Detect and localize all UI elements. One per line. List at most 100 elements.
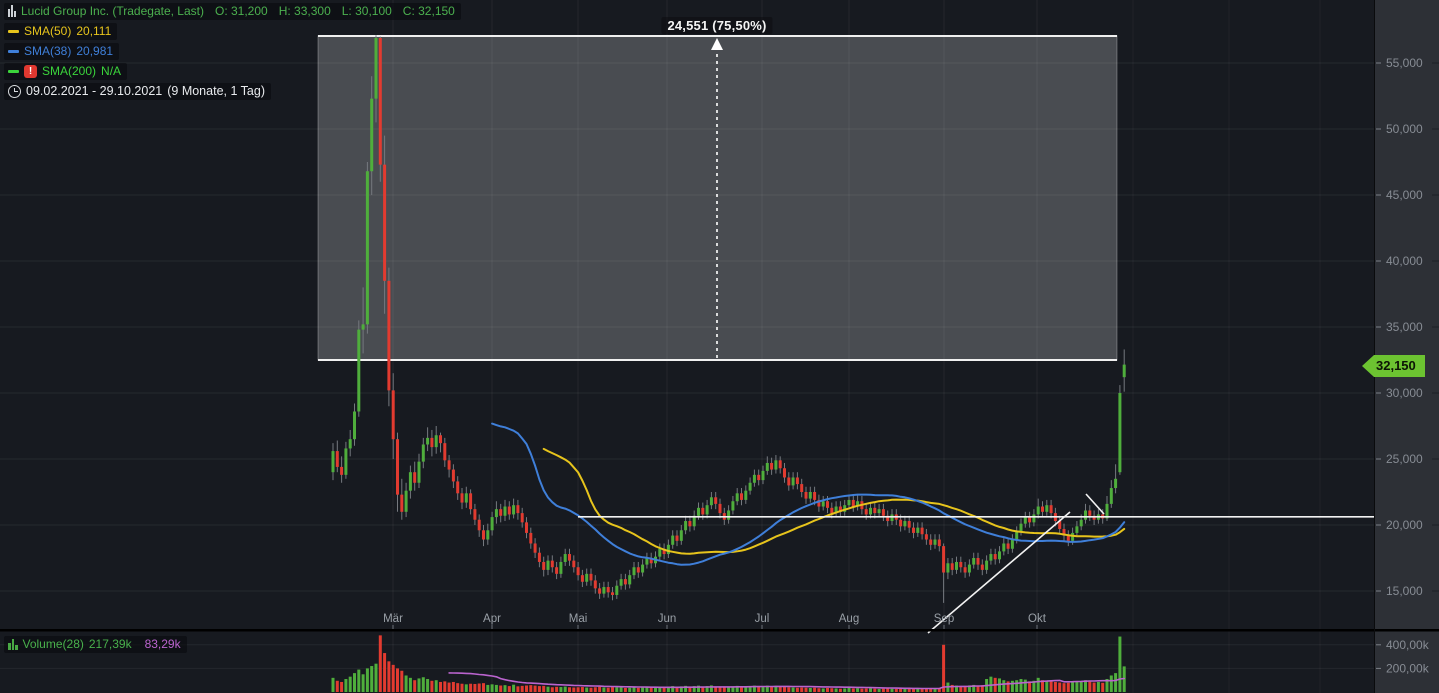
candle-body[interactable]	[891, 514, 894, 521]
volume-bar[interactable]	[534, 686, 537, 692]
candle-body[interactable]	[938, 540, 941, 547]
candle-body[interactable]	[714, 497, 717, 504]
volume-bar[interactable]	[607, 688, 610, 692]
volume-bar[interactable]	[826, 688, 829, 692]
volume-bar[interactable]	[478, 684, 481, 692]
candle-body[interactable]	[766, 463, 769, 471]
candle-body[interactable]	[972, 558, 975, 565]
volume-bar[interactable]	[796, 688, 799, 692]
instrument-legend-row[interactable]: Lucid Group Inc. (Tradegate, Last) O: 31…	[4, 3, 461, 20]
volume-bar[interactable]	[529, 685, 532, 692]
candle-body[interactable]	[959, 562, 962, 567]
volume-bar[interactable]	[628, 688, 631, 692]
candle-body[interactable]	[426, 438, 429, 445]
volume-bar[interactable]	[805, 688, 808, 692]
candle-body[interactable]	[916, 528, 919, 533]
candle-body[interactable]	[826, 501, 829, 508]
candle-body[interactable]	[985, 561, 988, 570]
volume-bar[interactable]	[469, 684, 472, 692]
candle-body[interactable]	[783, 468, 786, 477]
candle-body[interactable]	[637, 567, 640, 572]
measure-annotation-label[interactable]: 24,551 (75,50%)	[661, 17, 772, 34]
month-label[interactable]: Jun	[658, 613, 677, 625]
candle-body[interactable]	[525, 522, 528, 533]
indicator-row-sma200[interactable]: ! SMA(200) N/A	[4, 63, 127, 80]
volume-bar[interactable]	[486, 685, 489, 692]
volume-bar[interactable]	[822, 688, 825, 692]
volume-bar[interactable]	[512, 685, 515, 692]
candle-body[interactable]	[349, 439, 352, 448]
volume-legend[interactable]: Volume(28) 217,39k 83,29k	[4, 636, 187, 655]
volume-bar[interactable]	[400, 671, 403, 692]
volume-bar[interactable]	[663, 688, 666, 692]
candle-body[interactable]	[594, 580, 597, 588]
candle-body[interactable]	[611, 592, 614, 595]
candle-body[interactable]	[448, 460, 451, 469]
candle-body[interactable]	[491, 517, 494, 530]
candle-body[interactable]	[547, 561, 550, 570]
volume-bar[interactable]	[787, 687, 790, 692]
price-tick-label[interactable]: 40,000	[1386, 254, 1423, 268]
candle-body[interactable]	[701, 508, 704, 515]
volume-bar[interactable]	[461, 684, 464, 692]
candle-body[interactable]	[615, 586, 618, 595]
volume-bar[interactable]	[366, 668, 369, 692]
volume-bar[interactable]	[495, 685, 498, 692]
candle-body[interactable]	[482, 530, 485, 539]
candle-body[interactable]	[899, 520, 902, 527]
candle-body[interactable]	[1050, 505, 1053, 513]
volume-bar[interactable]	[869, 688, 872, 692]
month-label[interactable]: Aug	[839, 613, 859, 625]
candle-body[interactable]	[1028, 517, 1031, 522]
candle-body[interactable]	[396, 439, 399, 494]
volume-bar[interactable]	[1054, 682, 1057, 692]
candle-body[interactable]	[865, 509, 868, 514]
volume-bar[interactable]	[1110, 675, 1113, 692]
candle-body[interactable]	[1110, 488, 1113, 504]
candle-body[interactable]	[964, 567, 967, 572]
price-tick-label[interactable]: 55,000	[1386, 56, 1423, 70]
candle-body[interactable]	[934, 540, 937, 545]
volume-bar[interactable]	[332, 678, 335, 692]
candle-body[interactable]	[869, 508, 872, 515]
volume-bar[interactable]	[572, 688, 575, 692]
volume-bar[interactable]	[899, 689, 902, 692]
candle-body[interactable]	[1002, 543, 1005, 551]
candle-body[interactable]	[456, 481, 459, 493]
volume-tick-label[interactable]: 200,00k	[1386, 661, 1430, 675]
month-label[interactable]: Mär	[383, 613, 403, 625]
volume-bar[interactable]	[473, 684, 476, 692]
candle-body[interactable]	[981, 565, 984, 570]
candle-body[interactable]	[882, 509, 885, 516]
candle-body[interactable]	[452, 470, 455, 482]
month-label[interactable]: Sep	[934, 613, 954, 625]
candle-body[interactable]	[607, 587, 610, 592]
volume-bar[interactable]	[542, 686, 545, 692]
candle-body[interactable]	[731, 501, 734, 510]
candle-body[interactable]	[422, 444, 425, 461]
volume-bar[interactable]	[375, 664, 378, 692]
volume-bar[interactable]	[340, 682, 343, 692]
volume-bar[interactable]	[757, 687, 760, 692]
volume-bar[interactable]	[800, 688, 803, 692]
price-tick-label[interactable]: 25,000	[1386, 452, 1423, 466]
candle-body[interactable]	[499, 509, 502, 516]
volume-bar[interactable]	[585, 688, 588, 692]
volume-bar[interactable]	[1037, 678, 1040, 692]
volume-bar[interactable]	[873, 689, 876, 692]
candle-body[interactable]	[465, 493, 468, 502]
volume-bar[interactable]	[362, 674, 365, 692]
volume-bar[interactable]	[516, 686, 519, 692]
volume-bar[interactable]	[564, 687, 567, 692]
candle-body[interactable]	[1015, 532, 1018, 540]
volume-tick-label[interactable]: 400,00k	[1386, 638, 1430, 652]
candle-body[interactable]	[684, 521, 687, 530]
volume-bar[interactable]	[581, 687, 584, 692]
candle-body[interactable]	[564, 554, 567, 562]
volume-bar[interactable]	[615, 687, 618, 692]
last-price-tag[interactable]: 32,150	[1362, 355, 1425, 377]
candle-body[interactable]	[1118, 393, 1121, 472]
price-tick-label[interactable]: 50,000	[1386, 122, 1423, 136]
candle-body[interactable]	[1024, 517, 1027, 524]
candle-body[interactable]	[508, 507, 511, 515]
